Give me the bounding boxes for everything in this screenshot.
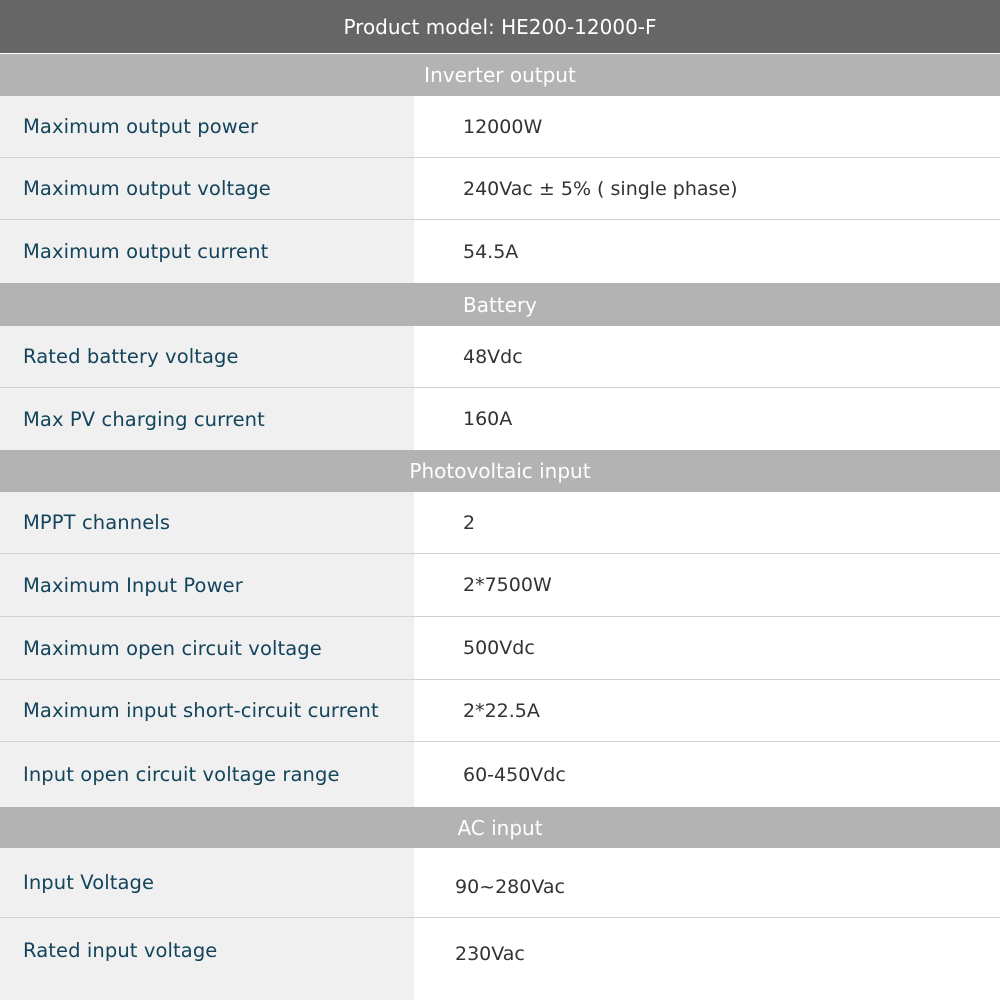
spec-value-text: 90~280Vac [455,875,565,898]
spec-label: Maximum output voltage [0,158,414,219]
spec-row: Maximum output voltage 240Vac ± 5% ( sin… [0,158,1000,220]
product-model-title: Product model: HE200-12000-F [0,0,1000,54]
spec-label: Maximum output power [0,96,414,157]
spec-row: Input Voltage 90~280Vac [0,848,1000,918]
spec-row: Max PV charging current 160A [0,388,1000,450]
spec-label: Input Voltage [0,848,414,917]
spec-value: 90~280Vac [414,848,1000,917]
spec-label: MPPT channels [0,492,414,553]
spec-value: 12000W [414,96,1000,157]
spec-value: 2 [414,492,1000,553]
spec-row: Rated battery voltage 48Vdc [0,326,1000,388]
spec-label: Rated input voltage [0,918,414,1000]
section-header-inverter-output: Inverter output [0,54,1000,96]
spec-value: 230Vac [414,918,1000,1000]
spec-value: 500Vdc [414,617,1000,679]
spec-label: Rated battery voltage [0,326,414,387]
spec-value-text: 230Vac [455,943,525,965]
section-header-battery: Battery [0,283,1000,326]
spec-label: Maximum output current [0,220,414,283]
spec-row: Maximum open circuit voltage 500Vdc [0,617,1000,680]
spec-label: Maximum open circuit voltage [0,617,414,679]
spec-value: 2*7500W [414,554,1000,616]
spec-label: Max PV charging current [0,388,414,450]
spec-row: Maximum input short-circuit current 2*22… [0,680,1000,742]
spec-sheet: Product model: HE200-12000-F Inverter ou… [0,0,1000,1000]
spec-row: Maximum output power 12000W [0,96,1000,158]
spec-value: 54.5A [414,220,1000,283]
section-header-ac-input: AC input [0,807,1000,848]
spec-label: Maximum input short-circuit current [0,680,414,741]
spec-label: Input open circuit voltage range [0,742,414,807]
spec-row: Rated input voltage 230Vac [0,918,1000,1000]
spec-row: Maximum output current 54.5A [0,220,1000,283]
spec-value: 48Vdc [414,326,1000,387]
spec-row: Input open circuit voltage range 60-450V… [0,742,1000,807]
spec-row: Maximum Input Power 2*7500W [0,554,1000,617]
spec-label: Maximum Input Power [0,554,414,616]
spec-value: 160A [414,388,1000,450]
spec-value: 2*22.5A [414,680,1000,741]
spec-row: MPPT channels 2 [0,492,1000,554]
section-header-photovoltaic-input: Photovoltaic input [0,450,1000,492]
spec-value: 60-450Vdc [414,742,1000,807]
spec-value: 240Vac ± 5% ( single phase) [414,158,1000,219]
